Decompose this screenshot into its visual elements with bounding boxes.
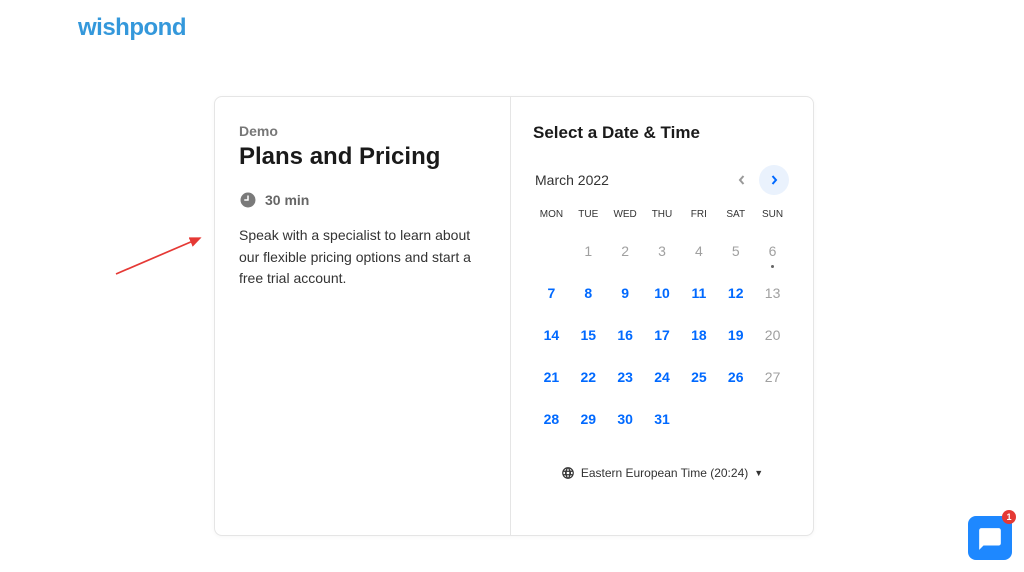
calendar-day-unavailable: 13 — [754, 274, 791, 312]
annotation-arrow — [112, 232, 206, 278]
chat-icon — [977, 526, 1003, 552]
calendar-day-available[interactable]: 12 — [717, 274, 754, 312]
brand-logo[interactable]: wishpond — [78, 14, 186, 42]
calendar-day-available[interactable]: 21 — [533, 358, 570, 396]
calendar-day-available[interactable]: 14 — [533, 316, 570, 354]
chat-widget-button[interactable]: 1 — [968, 516, 1012, 560]
chevron-right-icon — [769, 175, 779, 185]
next-month-button[interactable] — [759, 165, 789, 195]
chevron-left-icon — [737, 175, 747, 185]
prev-month-button[interactable] — [727, 165, 757, 195]
calendar-day-available[interactable]: 9 — [607, 274, 644, 312]
timezone-selector[interactable]: Eastern European Time (20:24) ▼ — [533, 466, 791, 480]
globe-icon — [561, 466, 575, 480]
eyebrow-label: Demo — [239, 123, 486, 139]
month-nav: March 2022 — [533, 165, 791, 195]
calendar-day-unavailable: 6 — [754, 232, 791, 270]
duration-row: 30 min — [239, 191, 486, 209]
description-text: Speak with a specialist to learn about o… — [239, 225, 486, 290]
calendar-day-available[interactable]: 15 — [570, 316, 607, 354]
dow-header: MON — [533, 209, 570, 228]
calendar-day-unavailable: 20 — [754, 316, 791, 354]
info-panel: Demo Plans and Pricing 30 min Speak with… — [215, 97, 511, 535]
calendar-day-blank — [533, 232, 570, 270]
calendar-day-available[interactable]: 25 — [680, 358, 717, 396]
calendar-day-available[interactable]: 8 — [570, 274, 607, 312]
dow-header: TUE — [570, 209, 607, 228]
calendar-day-unavailable: 3 — [644, 232, 681, 270]
dow-header: SUN — [754, 209, 791, 228]
scheduler-heading: Select a Date & Time — [533, 123, 791, 143]
calendar-day-unavailable: 1 — [570, 232, 607, 270]
calendar-day-unavailable: 2 — [607, 232, 644, 270]
dow-header: THU — [644, 209, 681, 228]
scheduler-panel: Select a Date & Time March 2022 MONTUEWE… — [511, 97, 813, 535]
chat-badge: 1 — [1002, 510, 1016, 524]
booking-card: Demo Plans and Pricing 30 min Speak with… — [214, 96, 814, 536]
calendar-day-blank — [754, 400, 791, 438]
calendar-day-blank — [680, 400, 717, 438]
month-label: March 2022 — [535, 172, 609, 188]
calendar-day-available[interactable]: 11 — [680, 274, 717, 312]
duration-text: 30 min — [265, 192, 309, 208]
calendar-grid: MONTUEWEDTHUFRISATSUN1234567891011121314… — [533, 209, 791, 438]
calendar-day-blank — [717, 400, 754, 438]
calendar-day-available[interactable]: 26 — [717, 358, 754, 396]
calendar-day-available[interactable]: 10 — [644, 274, 681, 312]
calendar-day-available[interactable]: 18 — [680, 316, 717, 354]
calendar-day-available[interactable]: 29 — [570, 400, 607, 438]
calendar-day-available[interactable]: 23 — [607, 358, 644, 396]
clock-icon — [239, 191, 257, 209]
calendar-day-available[interactable]: 28 — [533, 400, 570, 438]
caret-down-icon: ▼ — [754, 468, 763, 478]
dow-header: FRI — [680, 209, 717, 228]
calendar-day-available[interactable]: 24 — [644, 358, 681, 396]
dow-header: SAT — [717, 209, 754, 228]
calendar-day-unavailable: 27 — [754, 358, 791, 396]
calendar-day-available[interactable]: 22 — [570, 358, 607, 396]
calendar-day-available[interactable]: 16 — [607, 316, 644, 354]
timezone-text: Eastern European Time (20:24) — [581, 466, 748, 480]
calendar-day-available[interactable]: 19 — [717, 316, 754, 354]
calendar-day-available[interactable]: 31 — [644, 400, 681, 438]
page-title: Plans and Pricing — [239, 143, 486, 171]
calendar-day-unavailable: 4 — [680, 232, 717, 270]
calendar-day-available[interactable]: 17 — [644, 316, 681, 354]
calendar-day-unavailable: 5 — [717, 232, 754, 270]
calendar-day-available[interactable]: 30 — [607, 400, 644, 438]
calendar-day-available[interactable]: 7 — [533, 274, 570, 312]
dow-header: WED — [607, 209, 644, 228]
